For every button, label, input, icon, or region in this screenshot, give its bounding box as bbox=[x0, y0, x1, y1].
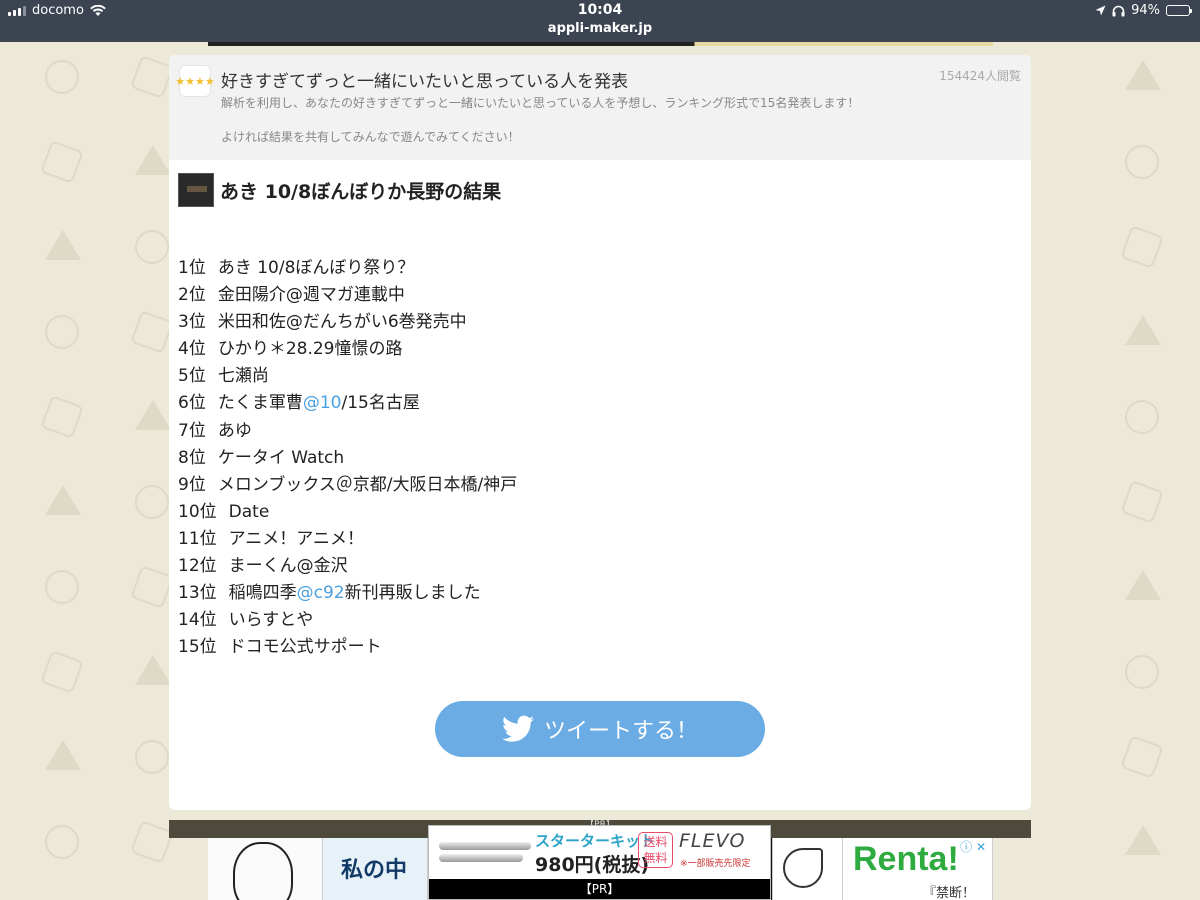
top-ad-banner[interactable] bbox=[208, 42, 993, 46]
result-card: ★★★★ 好きすぎてずっと一緒にいたいと思っている人を発表 154424人閲覧 … bbox=[169, 55, 1031, 810]
ad-info-close-icon[interactable]: ⓘ ✕ bbox=[960, 838, 986, 855]
rank-name-suffix: /15名古屋 bbox=[341, 393, 420, 414]
rank-name: まーくん@金沢 bbox=[228, 556, 348, 577]
sketch-illustration bbox=[783, 848, 823, 888]
ranking-list: 1位 あき 10/8ぼんぼり祭り？ 2位 金田陽介@週マガ連載中 3位 米田和佐@だんちが… bbox=[178, 255, 517, 661]
battery-percent: 94% bbox=[1131, 3, 1160, 18]
ranking-item: 7位 あゆ bbox=[178, 418, 517, 445]
manga-face-illustration bbox=[233, 842, 293, 900]
rank-label: 6位 bbox=[178, 393, 206, 414]
rank-name: あき 10/8ぼんぼり祭り？ bbox=[217, 258, 415, 278]
address-bar-url[interactable]: appli-maker.jp bbox=[0, 21, 1200, 36]
rank-label: 5位 bbox=[178, 366, 206, 387]
rank-name-suffix: 新刊再販しました bbox=[344, 583, 481, 604]
app-header: ★★★★ 好きすぎてずっと一緒にいたいと思っている人を発表 154424人閲覧 … bbox=[169, 55, 1031, 160]
app-description: 解析を利用し、あなたの好きすぎてずっと一緒にいたいと思っている人を予想し、ランキ… bbox=[221, 95, 1001, 145]
ranking-item: 11位 アニメ！アニメ！ bbox=[178, 526, 517, 553]
rank-label: 13位 bbox=[178, 583, 217, 604]
rank-name: メロンブックス＠京都/大阪日本橋/神戸 bbox=[217, 474, 518, 495]
rank-name: アニメ！アニメ！ bbox=[228, 528, 364, 549]
ranking-item: 12位 まーくん@金沢 bbox=[178, 553, 517, 580]
ranking-item: 5位 七瀬尚 bbox=[178, 363, 517, 390]
rank-name: いらすとや bbox=[228, 610, 314, 631]
mention-link[interactable]: @c92 bbox=[297, 583, 345, 603]
view-count: 154424人閲覧 bbox=[939, 69, 1021, 83]
ranking-item: 8位 ケータイ Watch bbox=[178, 445, 517, 472]
clock: 10:04 bbox=[577, 2, 623, 18]
ranking-item: 3位 米田和佐@だんちがい6巻発売中 bbox=[178, 309, 517, 336]
ad-pr-label: 【PR】 bbox=[429, 879, 770, 899]
result-heading: あき 10/8ぼんぼりか長野の結果 bbox=[178, 173, 501, 207]
app-stars-icon: ★★★★ bbox=[175, 65, 215, 97]
ad-note: ※一部販売先限定 bbox=[680, 859, 751, 869]
rank-label: 14位 bbox=[178, 610, 217, 631]
renta-subtext: 『禁断！ bbox=[923, 886, 976, 900]
result-title: あき 10/8ぼんぼりか長野の結果 bbox=[220, 180, 502, 203]
app-title[interactable]: 好きすぎてずっと一緒にいたいと思っている人を発表 bbox=[221, 67, 628, 92]
ad-manga-tile[interactable] bbox=[208, 838, 323, 900]
rank-name: 七瀬尚 bbox=[217, 366, 269, 387]
ad-blue-text: 私の中 bbox=[341, 857, 408, 883]
rank-name: たくま軍曹 bbox=[217, 393, 303, 414]
ranking-item: 4位 ひかり＊28.29憧憬の路 bbox=[178, 336, 517, 363]
ad-price: 980円(税抜) bbox=[535, 854, 650, 876]
description-line-2: よければ結果を共有してみんなで遊んでみてください！ bbox=[221, 130, 520, 144]
rank-label: 4位 bbox=[178, 339, 206, 360]
twitter-bird-icon bbox=[501, 715, 534, 742]
rank-name: ひかり＊28.29憧憬の路 bbox=[217, 339, 403, 360]
ad-renta-tile[interactable]: Renta! 『禁断！ ⓘ ✕ bbox=[843, 838, 993, 900]
headphones-icon bbox=[1112, 5, 1125, 16]
rank-label: 8位 bbox=[178, 447, 206, 468]
ranking-item: 14位 いらすとや bbox=[178, 607, 517, 634]
ranking-item: 6位 たくま軍曹@10/15名古屋 bbox=[178, 390, 517, 417]
ranking-item: 2位 金田陽介@週マガ連載中 bbox=[178, 282, 517, 309]
rank-name: Date bbox=[228, 501, 270, 522]
ad-sketch-tile[interactable] bbox=[773, 838, 843, 900]
rank-label: 9位 bbox=[178, 474, 206, 495]
location-arrow-icon bbox=[1095, 5, 1106, 16]
product-pen-image-2 bbox=[439, 854, 523, 862]
ad-headline: スターターキット bbox=[535, 832, 656, 850]
rank-label: 1位 bbox=[178, 258, 206, 278]
status-right: 94% bbox=[1095, 3, 1192, 18]
product-pen-image bbox=[439, 842, 531, 850]
overlay-ad[interactable]: スターターキット 980円(税抜) 送料 無料 FLEVO ※一部販売先限定 【P… bbox=[428, 825, 771, 900]
ios-status-bar: docomo 10:04 appli-maker.jp 94% bbox=[0, 0, 1200, 42]
rank-label: 12位 bbox=[178, 556, 217, 577]
mention-link[interactable]: @10 bbox=[303, 393, 342, 413]
rank-name: ケータイ Watch bbox=[217, 447, 345, 468]
battery-icon bbox=[1166, 5, 1192, 16]
rank-name: ドコモ公式サポート bbox=[228, 637, 382, 658]
ad-brand: FLEVO bbox=[679, 830, 746, 852]
ranking-item: 9位 メロンブックス＠京都/大阪日本橋/神戸 bbox=[178, 472, 517, 499]
rank-name: あゆ bbox=[217, 420, 252, 441]
ranking-item: 1位 あき 10/8ぼんぼり祭り？ bbox=[178, 255, 517, 282]
avatar bbox=[178, 173, 214, 207]
tweet-button[interactable]: ツイートする！ bbox=[435, 701, 765, 757]
ad-blue-tile[interactable]: 私の中 bbox=[323, 838, 428, 900]
rank-label: 11位 bbox=[178, 528, 217, 549]
ranking-item: 15位 ドコモ公式サポート bbox=[178, 634, 517, 661]
renta-logo: Renta! bbox=[853, 840, 959, 878]
rank-label: 7位 bbox=[178, 420, 206, 441]
rank-name: 稲鳴四季 bbox=[228, 583, 297, 604]
rank-name: 金田陽介@週マガ連載中 bbox=[217, 285, 405, 306]
rank-label: 2位 bbox=[178, 285, 206, 306]
ranking-item: 10位 Date bbox=[178, 499, 517, 526]
ranking-item: 13位 稲鳴四季@c92新刊再販しました bbox=[178, 580, 517, 607]
rank-label: 3位 bbox=[178, 312, 206, 333]
tweet-button-label: ツイートする！ bbox=[543, 719, 698, 744]
free-shipping-badge: 送料 無料 bbox=[638, 832, 673, 868]
description-line-1: 解析を利用し、あなたの好きすぎてずっと一緒にいたいと思っている人を予想し、ランキ… bbox=[221, 96, 860, 110]
rank-name: 米田和佐@だんちがい6巻発売中 bbox=[217, 312, 467, 333]
rank-label: 10位 bbox=[178, 501, 217, 522]
rank-label: 15位 bbox=[178, 637, 217, 658]
